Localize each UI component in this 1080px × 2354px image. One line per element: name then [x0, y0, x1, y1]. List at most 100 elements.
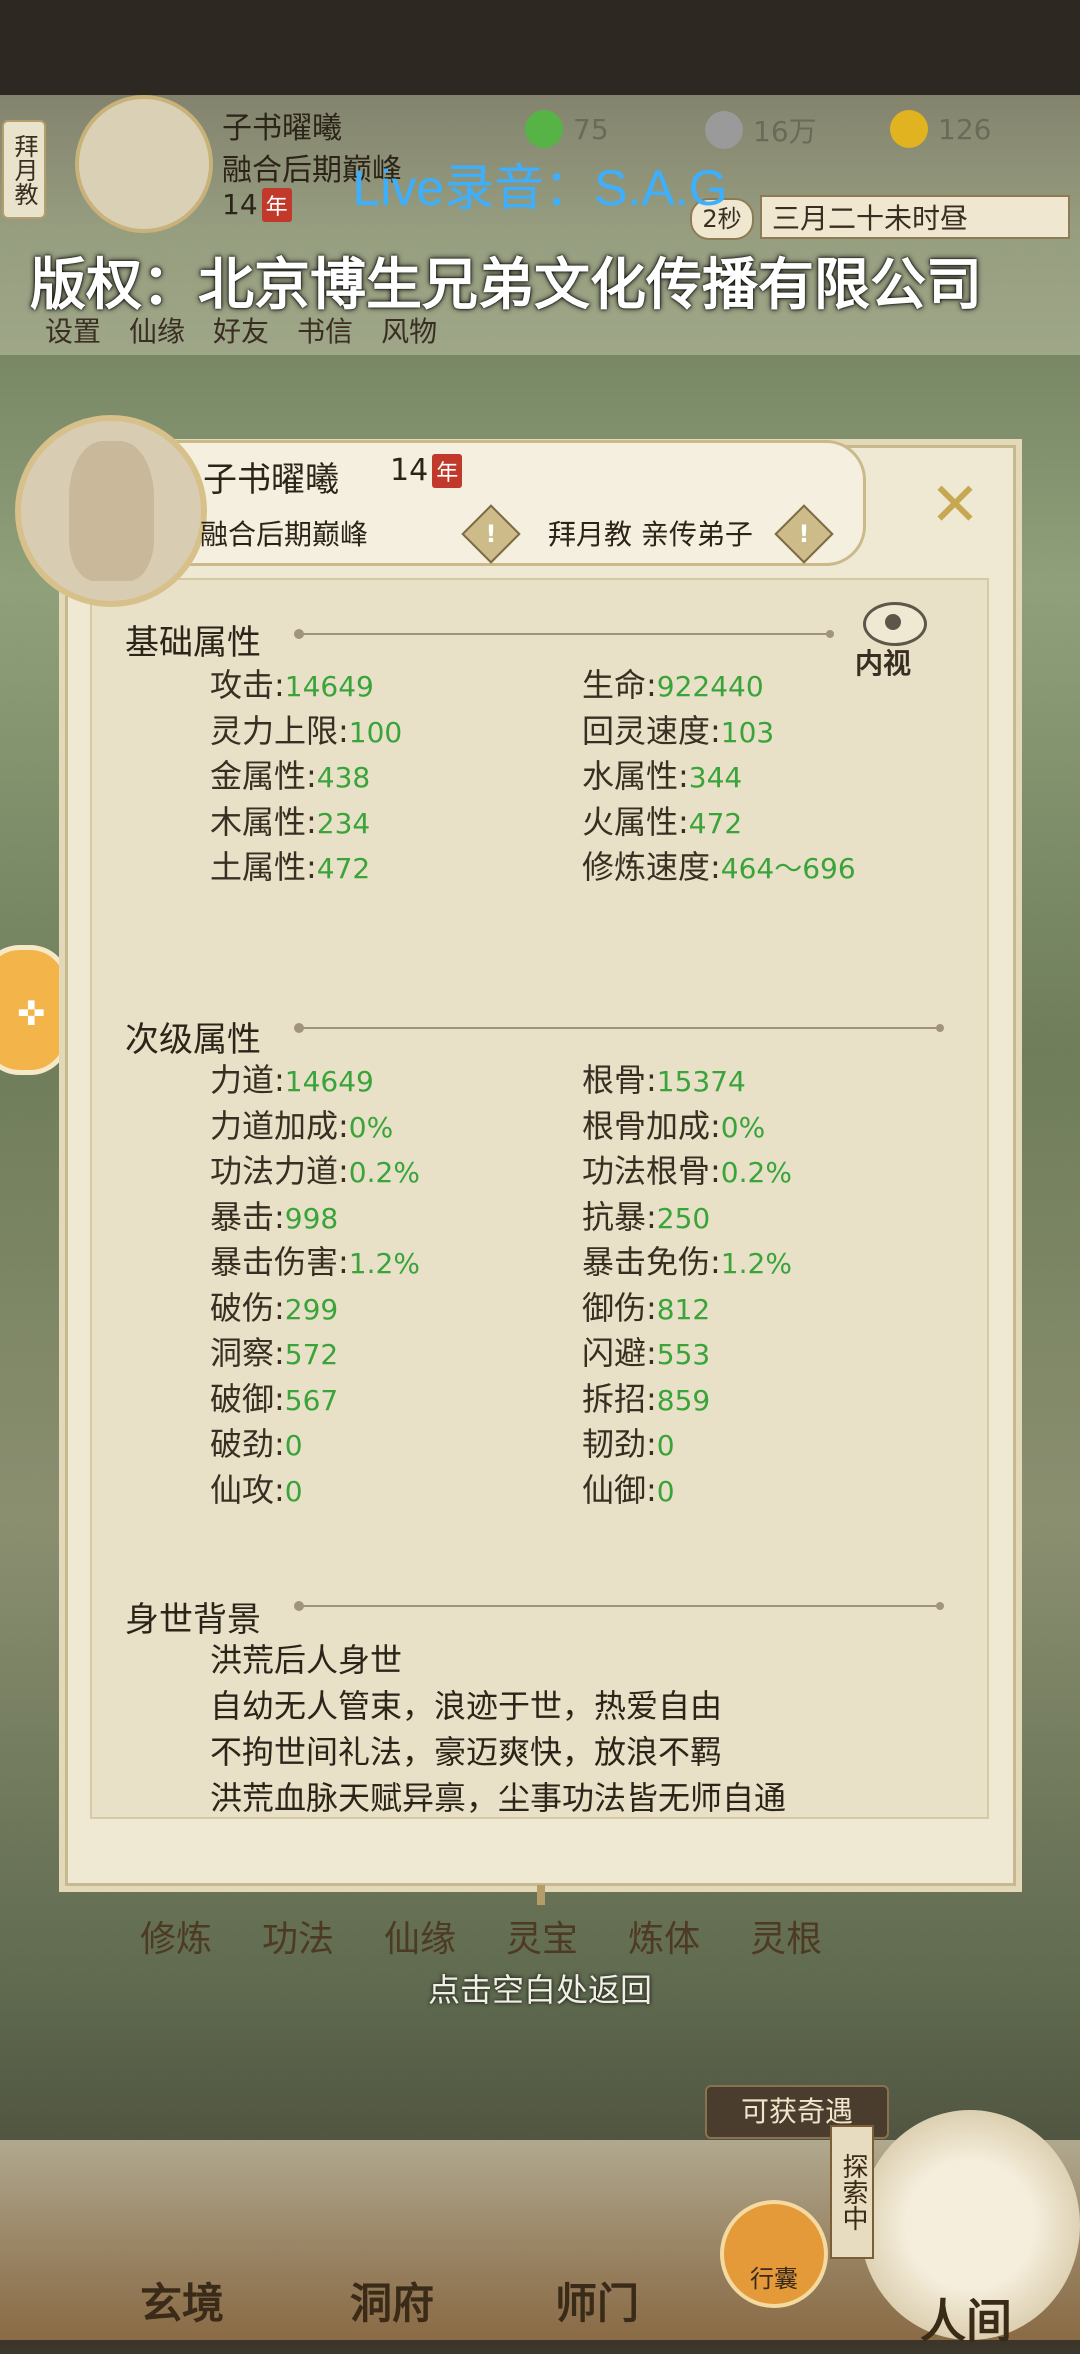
stat-label: 功法力道 [210, 1152, 339, 1190]
stat-value: 553 [656, 1338, 711, 1371]
character-sect: 拜月教 亲传弟子 [548, 518, 753, 551]
inner-view-button[interactable]: 内视 [845, 598, 940, 683]
stat-label: 火属性 [582, 802, 679, 841]
stat-value: 0 [656, 1474, 675, 1508]
stat-value: 859 [656, 1383, 711, 1417]
stat-label: 暴击伤害 [210, 1243, 339, 1281]
close-button[interactable]: ✕ [920, 470, 990, 540]
stat-value: 299 [284, 1292, 339, 1326]
stat-secondary-11: 御伤:812 [582, 1283, 710, 1329]
stat-secondary-7: 抗暴:250 [582, 1192, 710, 1238]
stat-basic-2: 灵力上限:100 [210, 706, 402, 752]
stat-basic-0: 攻击:14649 [210, 660, 374, 706]
stat-separator: : [338, 1243, 349, 1281]
character-name: 子书曜曦 [203, 460, 339, 500]
stat-label: 御伤 [582, 1288, 647, 1327]
hud-name: 子书曜曦 [222, 111, 342, 146]
stat-label: 暴击 [210, 1197, 275, 1236]
stat-secondary-9: 暴击免伤:1.2% [582, 1237, 792, 1283]
stat-secondary-6: 暴击:998 [210, 1192, 338, 1238]
stat-separator: : [710, 1243, 721, 1281]
watermark-live: Live录音：S.A.G [352, 160, 728, 216]
stat-value: 998 [284, 1201, 339, 1235]
stat-separator: : [274, 666, 285, 704]
stat-separator: : [306, 802, 317, 841]
nav-xuanjing[interactable]: 玄境 [140, 2270, 224, 2331]
stat-separator: : [710, 1152, 721, 1190]
stat-basic-8: 土属性:472 [210, 842, 370, 888]
stat-label: 暴击免伤 [582, 1243, 711, 1281]
stat-value: 438 [316, 761, 371, 794]
background-line: 不拘世间礼法，豪迈爽快，放浪不羁 [210, 1733, 723, 1771]
stat-secondary-3: 根骨加成:0% [582, 1101, 765, 1147]
sect-info-mark: ! [798, 520, 810, 548]
eye-icon [863, 602, 927, 646]
resource-coin: 16万 [705, 110, 817, 150]
character-age: 14 年 [390, 453, 463, 488]
cultivation-menu: 修炼 功法 仙缘 灵宝 炼体 灵根 [140, 1910, 822, 1962]
btn-gongfa[interactable]: 功法 [262, 1910, 334, 1962]
stat-value: 0.2% [348, 1156, 420, 1189]
stat-value: 812 [656, 1292, 711, 1326]
stat-label: 洞察 [210, 1334, 275, 1372]
stat-separator: : [338, 711, 349, 750]
stat-value: 100 [348, 715, 403, 749]
stat-label: 仙攻 [210, 1470, 275, 1509]
stat-value: 0 [284, 1474, 303, 1508]
resource-jade-value: 75 [573, 112, 609, 146]
close-icon: ✕ [929, 470, 981, 540]
stat-basic-6: 木属性:234 [210, 797, 370, 843]
stat-basic-3: 回灵速度:103 [582, 706, 774, 752]
resource-coin-value: 16万 [753, 115, 817, 148]
stat-label: 抗暴 [582, 1197, 647, 1236]
stamina-icon [890, 110, 928, 148]
renjian-label: 人间 [920, 2294, 1012, 2348]
inner-view-label: 内视 [855, 647, 912, 680]
stat-label: 仙御 [582, 1470, 647, 1509]
stat-separator: : [274, 1288, 285, 1327]
secondary-divider [294, 1023, 944, 1033]
stat-label: 破伤 [210, 1288, 275, 1327]
stat-separator: : [338, 1106, 349, 1145]
btn-lianti[interactable]: 炼体 [628, 1910, 700, 1962]
stat-label: 功法根骨 [582, 1152, 711, 1190]
side-gamepad-button[interactable]: ✜ [0, 945, 70, 1075]
btn-xiulian[interactable]: 修炼 [140, 1910, 212, 1962]
stat-value: 472 [316, 852, 371, 885]
stat-secondary-13: 闪避:553 [582, 1328, 710, 1374]
stat-value: 250 [656, 1201, 711, 1235]
bag-button[interactable]: 行囊 [720, 2200, 828, 2308]
stat-value: 572 [284, 1338, 339, 1371]
background-title: 身世背景 [125, 1600, 261, 1640]
stat-label: 根骨 [582, 1061, 647, 1099]
btn-xianyuan[interactable]: 仙缘 [384, 1910, 456, 1962]
basic-attributes-title: 基础属性 [125, 623, 261, 663]
explore-status: 探索中 [830, 2125, 874, 2259]
btn-lingbao[interactable]: 灵宝 [506, 1910, 578, 1962]
stat-value: 14649 [284, 1065, 374, 1098]
btn-linggen[interactable]: 灵根 [750, 1910, 822, 1962]
background-line: 自幼无人管束，浪迹于世，热爱自由 [210, 1687, 723, 1725]
nav-shimen[interactable]: 师门 [555, 2270, 639, 2331]
stat-value: 14649 [284, 670, 374, 703]
return-hint[interactable]: 点击空白处返回 [0, 1965, 1080, 2011]
character-age-value: 14 [390, 453, 429, 488]
realm-info-mark: ! [485, 520, 497, 548]
stat-value: 103 [720, 715, 775, 749]
basic-divider [294, 629, 834, 639]
stat-separator: : [646, 1061, 657, 1099]
stat-value: 15374 [656, 1065, 746, 1098]
stat-separator: : [274, 1425, 285, 1463]
renjian-button[interactable]: 人间 [860, 2110, 1080, 2348]
stat-secondary-10: 破伤:299 [210, 1283, 338, 1329]
stat-secondary-5: 功法根骨:0.2% [582, 1146, 792, 1192]
stat-value: 1.2% [348, 1247, 420, 1280]
stat-secondary-2: 力道加成:0% [210, 1101, 393, 1147]
stat-separator: : [646, 1288, 657, 1327]
stat-label: 灵力上限 [210, 711, 339, 750]
stat-label: 力道 [210, 1061, 275, 1099]
stat-value: 472 [688, 806, 743, 840]
resource-stamina-value: 126 [938, 112, 992, 146]
nav-dongfu[interactable]: 洞府 [350, 2270, 434, 2331]
panel-scroll-handle[interactable] [537, 1885, 545, 1905]
